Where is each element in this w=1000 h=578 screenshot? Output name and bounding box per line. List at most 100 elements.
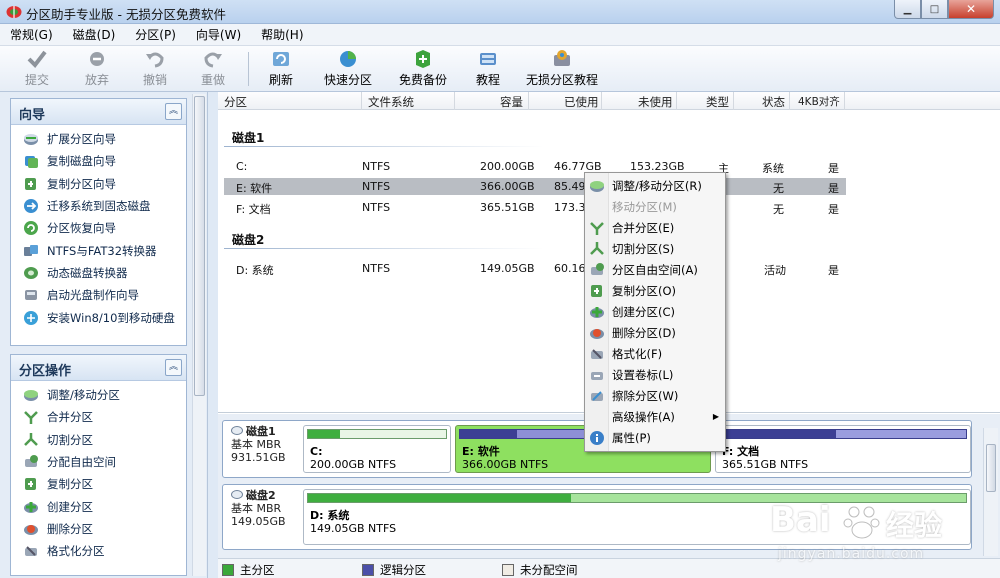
windows-usb-icon — [24, 310, 38, 325]
ctx-format[interactable]: 格式化(F) — [585, 343, 725, 364]
ops-item-resize[interactable]: 调整/移动分区 — [11, 384, 186, 406]
ops-collapse-button[interactable]: ︽ — [165, 359, 182, 376]
ops-item-copy[interactable]: 复制分区 — [11, 473, 186, 495]
menu-disk[interactable]: 磁盘(D) — [73, 26, 116, 43]
wizard-item-ntfs-fat32[interactable]: NTFS与FAT32转换器 — [11, 239, 186, 261]
chevron-up-icon: ︽ — [168, 362, 178, 372]
chevron-up-icon: ︽ — [168, 106, 178, 116]
usage-fill — [720, 430, 836, 438]
col-type[interactable]: 类型 — [706, 94, 729, 110]
split-icon — [590, 241, 604, 255]
ctx-copy[interactable]: 复制分区(O) — [585, 280, 725, 301]
col-used[interactable]: 已使用 — [564, 94, 599, 110]
disk-map-scroll-thumb[interactable] — [986, 444, 996, 492]
col-partition[interactable]: 分区 — [224, 94, 247, 110]
ctx-resize[interactable]: 调整/移动分区(R) — [585, 175, 725, 196]
close-button[interactable]: ✕ — [948, 0, 994, 19]
menu-wizard[interactable]: 向导(W) — [196, 26, 241, 43]
toolbar-refresh-button[interactable]: 刷新 — [264, 49, 298, 89]
ops-panel: 分区操作 ︽ 调整/移动分区 合并分区 切割分区 分配自由空间 复制分区 创建分… — [10, 354, 187, 576]
ops-item-split[interactable]: 切割分区 — [11, 429, 186, 451]
allocate-icon — [25, 455, 38, 468]
table-row[interactable]: C: NTFS 200.00GB 46.77GB 153.23GB 主 系统 是 — [224, 158, 846, 175]
col-status[interactable]: 状态 — [762, 94, 785, 110]
quick-partition-icon — [340, 51, 356, 67]
label-icon — [591, 371, 603, 380]
col-capacity[interactable]: 容量 — [500, 94, 523, 110]
format-icon — [591, 348, 603, 359]
ctx-merge[interactable]: 合并分区(E) — [585, 217, 725, 238]
wizard-item-copy-partition[interactable]: 复制分区向导 — [11, 173, 186, 195]
refresh-icon — [273, 52, 289, 66]
ctx-create[interactable]: 创建分区(C) — [585, 301, 725, 322]
ops-item-format[interactable]: 格式化分区 — [11, 540, 186, 562]
ops-item-merge[interactable]: 合并分区 — [11, 406, 186, 428]
table-row-selected[interactable]: E: 软件 NTFS 366.00GB 85.49 无 是 — [224, 178, 846, 195]
ctx-delete[interactable]: 删除分区(D) — [585, 322, 725, 343]
table-row[interactable]: D: 系统 NTFS 149.05GB 60.16 活动 是 — [224, 260, 846, 277]
ctx-advanced[interactable]: 高级操作(A) ▶ — [585, 406, 725, 427]
toolbar-separator — [248, 52, 249, 86]
ops-item-create[interactable]: 创建分区 — [11, 495, 186, 517]
ops-item-allocate[interactable]: 分配自由空间 — [11, 451, 186, 473]
sidebar-scrollbar[interactable] — [192, 94, 206, 576]
maximize-icon: □ — [929, 3, 940, 15]
resize-icon — [24, 390, 38, 402]
toolbar-undo-button[interactable]: 撤销 — [138, 49, 172, 89]
disk-map-partition[interactable]: F: 文档 365.51GB NTFS — [715, 425, 971, 473]
app-logo-icon — [6, 6, 22, 18]
undo-icon — [146, 52, 164, 68]
ctx-allocate[interactable]: 分区自由空间(A) — [585, 259, 725, 280]
ctx-set-label[interactable]: 设置卷标(L) — [585, 364, 725, 385]
maximize-button[interactable]: □ — [921, 0, 948, 19]
toolbar-redo-button[interactable]: 重做 — [196, 49, 230, 89]
menu-partition[interactable]: 分区(P) — [135, 26, 176, 43]
col-filesystem[interactable]: 文件系统 — [368, 94, 414, 110]
disk-map-partition[interactable]: C: 200.00GB NTFS — [303, 425, 451, 473]
baidu-watermark: Bai 经验 jingyan.baidu.com — [770, 500, 990, 572]
wizard-item-copy-disk[interactable]: 复制磁盘向导 — [11, 150, 186, 172]
toolbar-commit-button[interactable]: 提交 — [20, 49, 54, 89]
toolbar-quick-partition-button[interactable]: 快速分区 — [322, 49, 374, 89]
delete-icon — [590, 328, 604, 339]
col-free[interactable]: 未使用 — [638, 94, 673, 110]
column-header: 分区 文件系统 容量 已使用 未使用 类型 状态 4KB对齐 — [218, 92, 1000, 110]
menu-help[interactable]: 帮助(H) — [261, 26, 303, 43]
toolbar-lossless-tutorial-button[interactable]: 无损分区教程 — [526, 49, 598, 89]
delete-icon — [24, 524, 38, 535]
wizard-item-boot-cd[interactable]: 启动光盘制作向导 — [11, 284, 186, 306]
ctx-properties[interactable]: 属性(P) — [585, 427, 725, 448]
split-icon — [24, 432, 38, 446]
wizard-panel: 向导 ︽ 扩展分区向导 复制磁盘向导 复制分区向导 迁移系统到固态磁盘 分区恢复… — [10, 98, 187, 346]
baidu-paw-icon — [843, 506, 880, 539]
ops-item-delete[interactable]: 删除分区 — [11, 518, 186, 540]
check-icon — [27, 50, 47, 69]
toolbar-discard-button[interactable]: 放弃 — [80, 49, 114, 89]
format-icon — [25, 546, 37, 557]
table-row[interactable]: F: 文档 NTFS 365.51GB 173.32 无 是 — [224, 199, 846, 216]
col-4k-align[interactable]: 4KB对齐 — [798, 94, 840, 109]
usage-fill — [308, 430, 340, 438]
toolbar-free-backup-button[interactable]: 免费备份 — [396, 49, 450, 89]
wizard-item-migrate-ssd[interactable]: 迁移系统到固态磁盘 — [11, 195, 186, 217]
extend-partition-icon — [24, 134, 38, 146]
allocate-icon — [591, 262, 604, 275]
resize-icon — [590, 180, 604, 192]
toolbar-tutorial-button[interactable]: 教程 — [472, 49, 504, 89]
ctx-split[interactable]: 切割分区(S) — [585, 238, 725, 259]
wizard-item-recovery[interactable]: 分区恢复向导 — [11, 217, 186, 239]
ops-panel-header: 分区操作 ︽ — [11, 355, 186, 381]
menu-general[interactable]: 常规(G) — [10, 26, 53, 43]
wizard-panel-title: 向导 — [19, 108, 46, 123]
wizard-item-extend[interactable]: 扩展分区向导 — [11, 128, 186, 150]
wizard-collapse-button[interactable]: ︽ — [165, 103, 182, 120]
sidebar: 向导 ︽ 扩展分区向导 复制磁盘向导 复制分区向导 迁移系统到固态磁盘 分区恢复… — [0, 92, 208, 578]
usage-fill — [460, 430, 517, 438]
boot-cd-icon — [25, 290, 37, 301]
ctx-wipe[interactable]: 擦除分区(W) — [585, 385, 725, 406]
sidebar-scroll-thumb[interactable] — [194, 96, 205, 396]
wizard-item-win-to-go[interactable]: 安装Win8/10到移动硬盘 — [11, 306, 186, 328]
wizard-item-dynamic-disk[interactable]: 动态磁盘转换器 — [11, 262, 186, 284]
minimize-button[interactable]: ▁ — [894, 0, 921, 19]
title-bar: 分区助手专业版 - 无损分区免费软件 ▁ □ ✕ — [0, 0, 1000, 24]
